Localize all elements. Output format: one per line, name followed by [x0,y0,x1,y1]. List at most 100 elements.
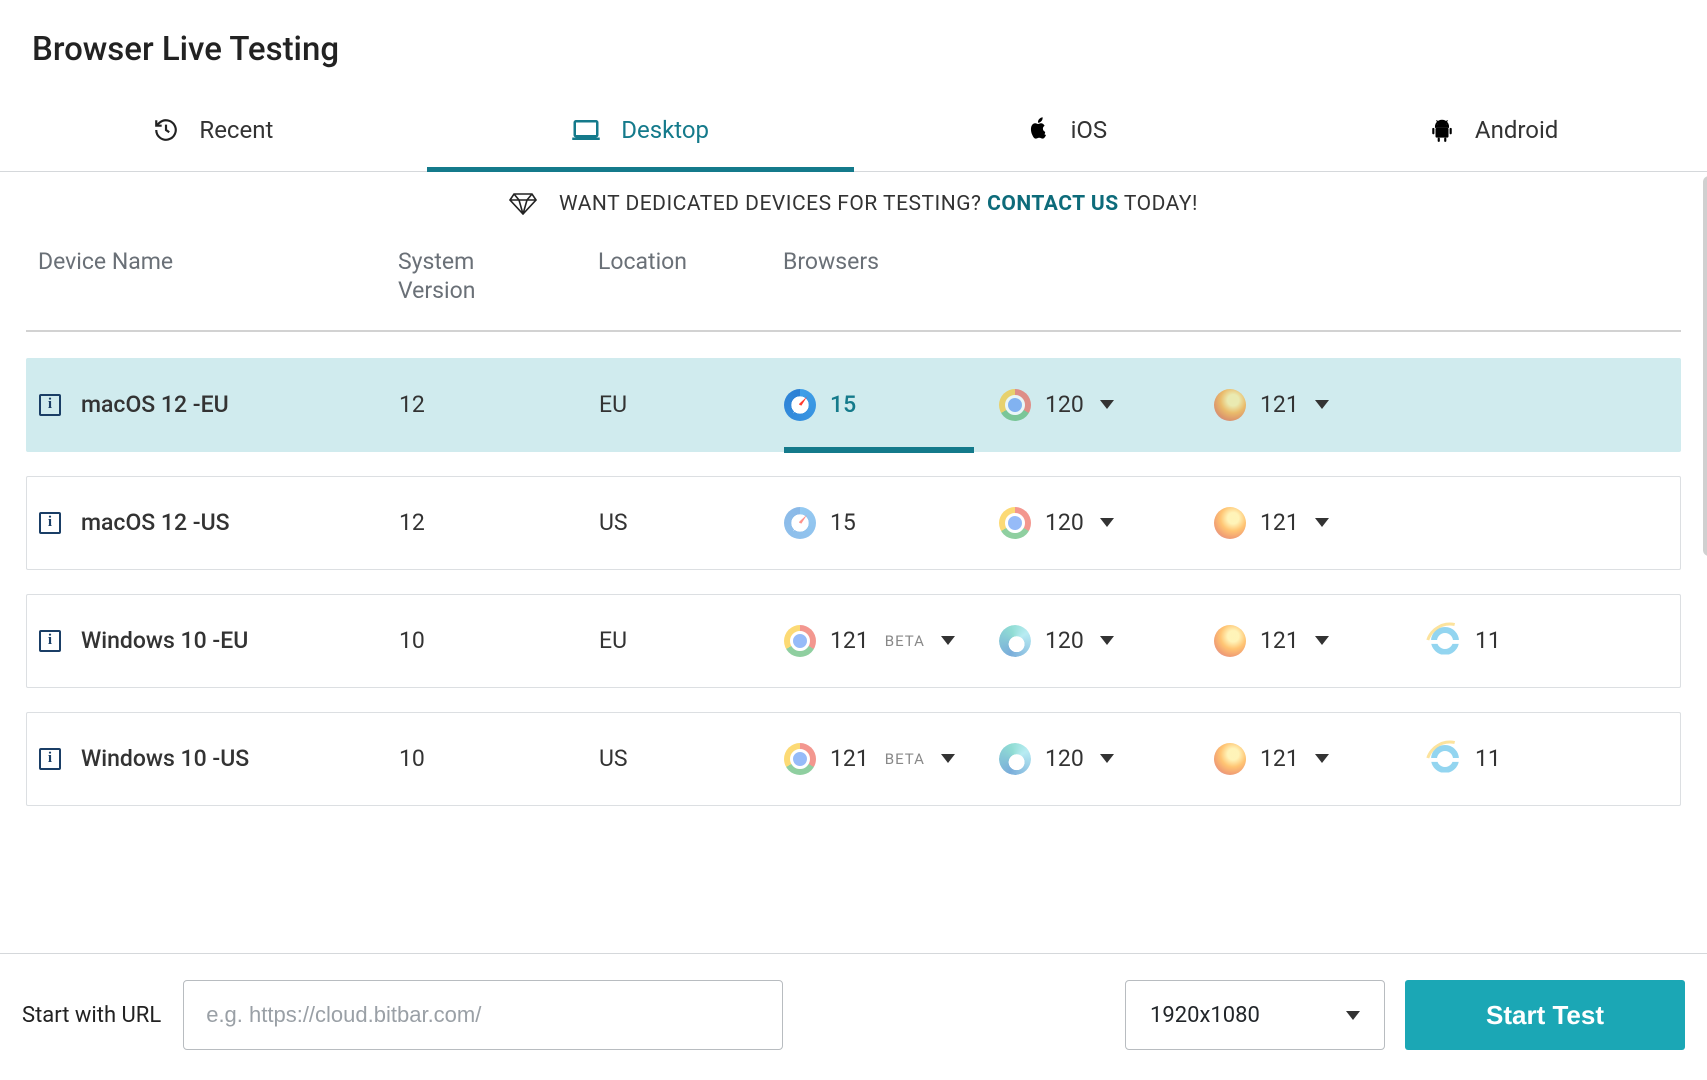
chrome-icon [784,625,816,657]
firefox-icon [1214,389,1246,421]
promo-banner: WANT DEDICATED DEVICES FOR TESTING? CONT… [0,172,1707,248]
col-location: Location [598,248,783,306]
browser-version: 121 [830,627,869,654]
tab-label: iOS [1071,116,1108,144]
browser-version: 120 [1045,391,1084,418]
table-row[interactable]: imacOS 12 -US12US15 120 121 [26,476,1681,570]
browser-option-chrome[interactable]: 121BETA [784,737,989,781]
chrome-icon [999,389,1031,421]
chevron-down-icon [1346,1011,1360,1020]
browser-option-edge[interactable]: 120 [999,619,1204,663]
beta-badge: BETA [885,750,925,768]
system-version: 12 [399,509,599,536]
edge-icon [999,743,1031,775]
chevron-down-icon [1100,754,1114,763]
url-input[interactable] [183,980,783,1050]
diamond-icon [509,193,537,215]
device-name-cell: i macOS 12 -EU [39,391,399,418]
browser-option-firefox[interactable]: 121 [1214,383,1419,427]
history-icon [153,117,179,143]
scrollbar[interactable] [1703,176,1707,856]
chrome-icon [999,507,1031,539]
firefox-icon [1214,507,1246,539]
device-name-cell: i Windows 10 -US [39,745,399,772]
location: US [599,509,784,536]
tab-android[interactable]: Android [1280,93,1707,171]
browser-version: 121 [1260,391,1299,418]
resolution-select[interactable]: 1920x1080 [1125,980,1385,1050]
table-row[interactable]: i macOS 12 -EU 12EU 15 120 121 [26,358,1681,452]
chevron-down-icon [1315,636,1329,645]
ie-icon [1429,743,1461,775]
footer-bar: Start with URL 1920x1080 Start Test [0,953,1707,1080]
browser-option-chrome[interactable]: 121 BETA [784,619,989,663]
tab-label: Android [1475,116,1558,144]
apple-icon [1027,116,1051,144]
device-rows: imacOS 12 -EU12EU15120121imacOS 12 -US12… [26,358,1681,806]
browser-option-safari[interactable]: 15 [784,383,989,427]
table-row[interactable]: i Windows 10 -US 10US121BETA 120 121 11 [26,712,1681,806]
url-label: Start with URL [22,1003,161,1028]
device-name-cell: imacOS 12 -US [39,509,399,536]
tab-label: Desktop [621,116,709,144]
info-icon[interactable]: i [39,748,61,770]
browser-option-firefox[interactable]: 121 [1214,501,1419,545]
device-name: macOS 12 -EU [81,391,229,418]
browser-option-chrome[interactable]: 120 [999,383,1204,427]
chevron-down-icon [1315,518,1329,527]
android-icon [1429,117,1455,143]
banner-text: WANT DEDICATED DEVICES FOR TESTING? CONT… [559,192,1198,216]
device-name: Windows 10 -EU [81,627,248,654]
tab-label: Recent [199,116,273,144]
firefox-icon [1214,743,1246,775]
system-version: 12 [399,391,599,418]
browser-version: 11 [1475,745,1501,772]
browser-version: 121 [1260,627,1299,654]
laptop-icon [571,115,601,145]
chrome-icon [784,743,816,775]
chevron-down-icon [1315,400,1329,409]
firefox-icon [1214,625,1246,657]
browser-version: 120 [1045,509,1084,536]
location: US [599,745,784,772]
browser-option-safari[interactable]: 15 [784,501,989,545]
browser-option-ie[interactable]: 11 [1429,737,1634,781]
page-title: Browser Live Testing [0,0,1707,93]
tab-ios[interactable]: iOS [854,93,1281,171]
chevron-down-icon [941,754,955,763]
browser-option-ie[interactable]: 11 [1429,619,1634,663]
device-name: Windows 10 -US [81,745,249,772]
location: EU [599,627,784,654]
location: EU [599,391,784,418]
table-row[interactable]: i Windows 10 -EU 10EU 121 BETA 120 121 11 [26,594,1681,688]
edge-icon [999,625,1031,657]
info-icon[interactable]: i [39,630,61,652]
ie-icon [1429,625,1461,657]
chevron-down-icon [1315,754,1329,763]
browsers-cell: 15 120 121 [784,501,1668,545]
browser-version: 15 [830,391,856,418]
tab-recent[interactable]: Recent [0,93,427,171]
chevron-down-icon [1100,636,1114,645]
browser-option-firefox[interactable]: 121 [1214,619,1419,663]
chevron-down-icon [941,636,955,645]
tab-desktop[interactable]: Desktop [427,93,854,171]
browser-option-chrome[interactable]: 120 [999,501,1204,545]
contact-us-link[interactable]: CONTACT US [987,192,1118,216]
chevron-down-icon [1100,518,1114,527]
col-device-name: Device Name [38,248,398,306]
info-icon[interactable]: i [39,394,61,416]
info-icon[interactable]: i [39,512,61,534]
device-name-cell: i Windows 10 -EU [39,627,399,654]
start-test-button[interactable]: Start Test [1405,980,1685,1050]
col-browsers: Browsers [783,248,1669,306]
browser-version: 120 [1045,745,1084,772]
beta-badge: BETA [885,632,925,650]
table-header: Device Name System Version Location Brow… [26,248,1681,332]
system-version: 10 [399,627,599,654]
browser-option-firefox[interactable]: 121 [1214,737,1419,781]
resolution-value: 1920x1080 [1150,1003,1260,1028]
system-version: 10 [399,745,599,772]
platform-tabs: Recent Desktop iOS Android [0,93,1707,172]
browser-option-edge[interactable]: 120 [999,737,1204,781]
